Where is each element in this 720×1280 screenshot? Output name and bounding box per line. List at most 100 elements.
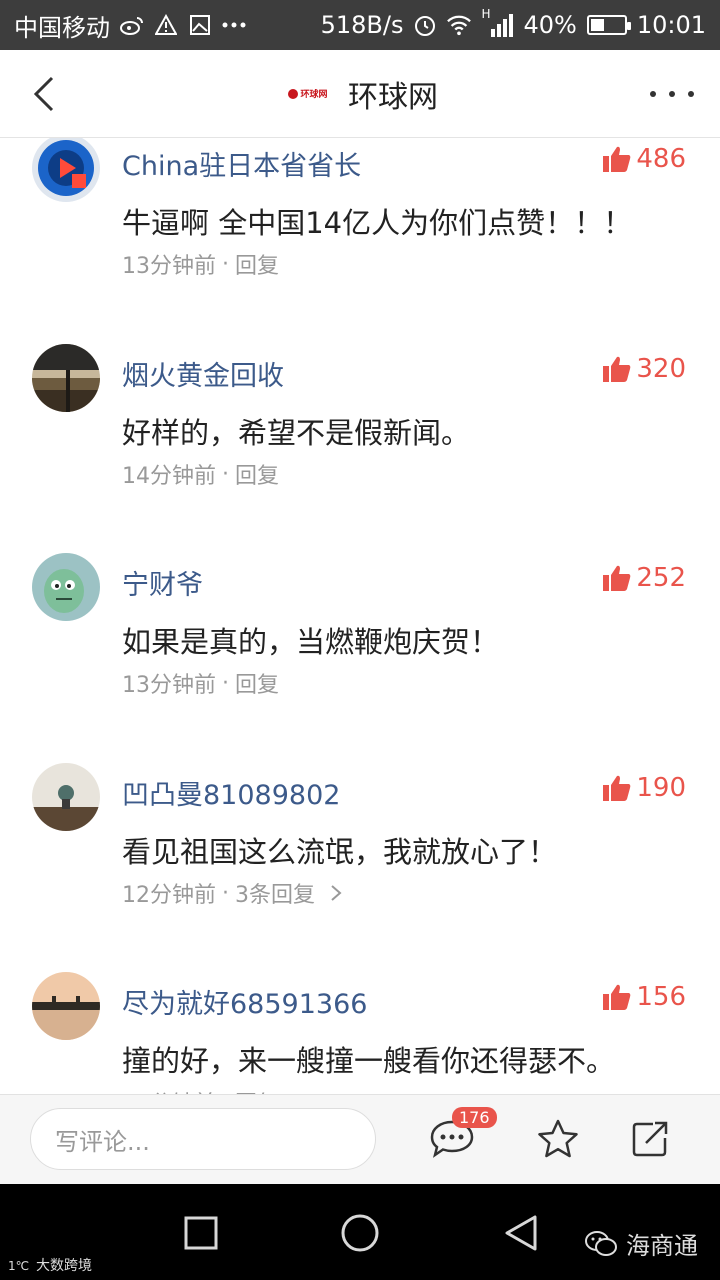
watermark-right: 海商通 <box>584 1226 698 1261</box>
avatar[interactable] <box>32 972 100 1040</box>
logo-text: 环球网 <box>300 90 328 100</box>
star-icon <box>538 1119 578 1158</box>
like-button[interactable]: 156 <box>602 982 686 1012</box>
comment-count-badge: 176 <box>452 1107 497 1128</box>
comment-meta: 12分钟前 · 3条回复 <box>122 877 343 909</box>
warning-icon <box>154 13 178 37</box>
comment-username[interactable]: 尽为就好68591366 <box>122 982 367 1021</box>
comment-text: 如果是真的，当燃鞭炮庆贺！ <box>122 625 500 659</box>
replies-link[interactable]: 3条回复 <box>235 877 315 909</box>
network-speed: 518B/s <box>320 11 404 39</box>
recent-apps-button[interactable] <box>180 1212 222 1254</box>
comment-item: 尽为就好68591366 156 撞的好，来一艘撞一艘看你还得瑟不。 12分钟前… <box>0 970 720 1094</box>
weibo-icon <box>120 13 144 37</box>
watermark-left-text: 大数跨境 <box>36 1258 92 1274</box>
like-count: 252 <box>636 563 686 593</box>
chevron-left-icon <box>33 76 54 112</box>
like-button[interactable]: 486 <box>602 144 686 174</box>
thumbs-up-icon <box>603 984 631 1010</box>
system-back-button[interactable] <box>500 1212 542 1254</box>
comment-text: 看见祖国这么流氓，我就放心了！ <box>122 835 558 869</box>
comment-time: 13分钟前 <box>122 673 216 698</box>
svg-text:1℃: 1℃ <box>8 1259 29 1272</box>
comment-username[interactable]: China驻日本省省长 <box>122 144 361 183</box>
watermark-left: 1℃ 大数跨境 <box>8 1255 92 1275</box>
avatar[interactable] <box>32 138 100 202</box>
comment-item: 烟火黄金回收 320 好样的，希望不是假新闻。 14分钟前 · 回复 <box>0 342 720 552</box>
comment-input-bar: 写评论... 176 <box>0 1094 720 1184</box>
like-count: 320 <box>636 354 686 384</box>
like-button[interactable]: 320 <box>602 354 686 384</box>
back-button[interactable] <box>24 74 64 114</box>
comment-input-placeholder: 写评论... <box>55 1127 150 1156</box>
thumbs-up-icon <box>603 146 631 172</box>
reply-link[interactable]: 回复 <box>235 667 279 699</box>
square-icon <box>184 1216 218 1250</box>
watermark-logo-icon: 1℃ <box>8 1259 29 1272</box>
favorite-button[interactable] <box>534 1115 582 1163</box>
watermark-right-text: 海商通 <box>626 1232 698 1260</box>
cell-signal-icon: H <box>481 7 514 37</box>
reply-link[interactable]: 回复 <box>235 1086 279 1094</box>
page-title: 环球网 环球网 <box>282 72 438 116</box>
comment-input[interactable]: 写评论... <box>30 1108 376 1170</box>
circle-icon <box>341 1214 379 1252</box>
huanqiu-logo: 环球网 <box>282 77 334 111</box>
meta-separator: · <box>222 670 229 696</box>
thumbs-up-icon <box>603 356 631 382</box>
signal-type-label: H <box>481 7 491 21</box>
comment-text: 牛逼啊 全中国14亿人为你们点赞！！！ <box>122 206 633 240</box>
meta-separator: · <box>222 251 229 277</box>
comment-username[interactable]: 凹凸曼81089802 <box>122 773 340 812</box>
comment-username[interactable]: 烟火黄金回收 <box>122 354 284 393</box>
more-notifications-icon <box>222 13 246 37</box>
comment-time: 12分钟前 <box>122 1086 216 1094</box>
image-icon <box>188 13 212 37</box>
thumbs-up-icon <box>603 775 631 801</box>
battery-icon <box>586 15 631 35</box>
like-button[interactable]: 190 <box>602 773 686 803</box>
reply-link[interactable]: 回复 <box>235 248 279 280</box>
comment-item: China驻日本省省长 486 牛逼啊 全中国14亿人为你们点赞！！！ 13分钟… <box>0 138 720 342</box>
meta-separator: · <box>222 880 229 906</box>
avatar[interactable] <box>32 763 100 831</box>
alarm-icon <box>413 13 437 37</box>
comment-meta: 13分钟前 · 回复 <box>122 667 279 699</box>
share-button[interactable] <box>626 1115 674 1163</box>
comment-list[interactable]: China驻日本省省长 486 牛逼啊 全中国14亿人为你们点赞！！！ 13分钟… <box>0 138 720 1094</box>
comment-time: 14分钟前 <box>122 464 216 489</box>
clock: 10:01 <box>636 11 706 39</box>
more-dot <box>669 91 675 97</box>
share-icon <box>632 1121 668 1157</box>
more-dot <box>650 91 656 97</box>
carrier-label: 中国移动 <box>14 13 110 42</box>
meta-separator: · <box>222 461 229 487</box>
home-button[interactable] <box>339 1212 381 1254</box>
status-bar: 中国移动 518B/s H 40% 10:01 <box>0 0 720 50</box>
like-count: 486 <box>636 144 686 174</box>
chevron-right-icon[interactable] <box>329 883 343 903</box>
comment-text: 好样的，希望不是假新闻。 <box>122 416 471 450</box>
comment-meta: 12分钟前 · 回复 <box>122 1086 279 1095</box>
thumbs-up-icon <box>603 565 631 591</box>
comment-meta: 14分钟前 · 回复 <box>122 458 279 490</box>
more-menu-button[interactable] <box>650 78 694 110</box>
avatar[interactable] <box>32 344 100 412</box>
triangle-back-icon <box>505 1215 537 1251</box>
reply-link[interactable]: 回复 <box>235 458 279 490</box>
comment-username[interactable]: 宁财爷 <box>122 563 203 602</box>
comment-item: 凹凸曼81089802 190 看见祖国这么流氓，我就放心了！ 12分钟前 · … <box>0 761 720 971</box>
comment-meta: 13分钟前 · 回复 <box>122 248 279 280</box>
comment-time: 13分钟前 <box>122 254 216 279</box>
wechat-icon <box>585 1230 617 1256</box>
more-dot <box>688 91 694 97</box>
comment-text: 撞的好，来一艘撞一艘看你还得瑟不。 <box>122 1044 616 1078</box>
top-nav-bar: 环球网 环球网 <box>0 50 720 138</box>
like-button[interactable]: 252 <box>602 563 686 593</box>
wifi-icon <box>447 13 472 37</box>
comment-item: 宁财爷 252 如果是真的，当燃鞭炮庆贺！ 13分钟前 · 回复 <box>0 551 720 761</box>
like-count: 156 <box>636 982 686 1012</box>
battery-level <box>590 19 604 31</box>
avatar[interactable] <box>32 553 100 621</box>
comment-time: 12分钟前 <box>122 883 216 908</box>
